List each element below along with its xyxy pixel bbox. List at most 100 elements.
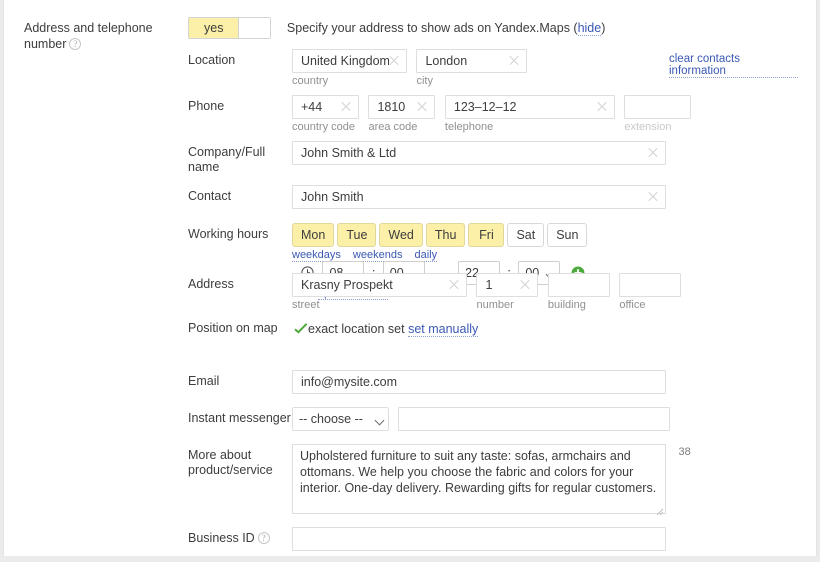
street-value: Krasny Prospekt <box>301 278 393 292</box>
resize-handle-icon[interactable] <box>655 503 664 516</box>
help-icon[interactable]: ? <box>69 38 82 50</box>
extension-input[interactable] <box>624 95 692 119</box>
number-clear-icon[interactable] <box>518 278 532 292</box>
country-code-input[interactable]: +44 <box>292 95 359 119</box>
country-input[interactable]: United Kingdom <box>292 49 407 73</box>
street-sublabel: street <box>292 299 320 311</box>
messenger-row: Instant messenger -- choose -- <box>188 407 798 444</box>
day-buttons-group: Mon Tue Wed Thu Fri Sat Sun weekdays weekends da… <box>292 223 590 262</box>
company-label: Company/Full name <box>188 145 288 175</box>
company-value: John Smith & Ltd <box>301 146 397 160</box>
city-input[interactable]: London <box>416 49 528 73</box>
building-sublabel: building <box>547 299 586 311</box>
settings-page: Address and telephone number? yes Specif… <box>0 0 820 562</box>
street-clear-icon[interactable] <box>447 278 461 292</box>
position-status-text: exact location set <box>308 322 405 336</box>
character-counter: 38 <box>678 446 691 458</box>
email-row: Email info@mysite.com <box>188 370 798 407</box>
toggle-no-option[interactable] <box>238 18 271 38</box>
day-button-sun[interactable]: Sun <box>547 223 588 247</box>
green-check-icon <box>294 323 308 335</box>
toggle-note-close: ) <box>601 21 606 35</box>
section-legend-line1: Address and telephone <box>24 21 153 35</box>
city-clear-icon[interactable] <box>507 54 521 68</box>
country-code-clear-icon[interactable] <box>339 100 353 114</box>
office-input[interactable] <box>619 273 682 297</box>
more-about-textarea[interactable]: Upholstered furniture to suit any taste:… <box>292 444 666 516</box>
messenger-type-select[interactable]: -- choose -- <box>292 407 389 431</box>
messenger-label: Instant messenger <box>188 411 291 425</box>
company-label-line1: Company/Full <box>188 145 266 159</box>
country-code-sublabel: country code <box>292 121 355 133</box>
building-input[interactable] <box>547 273 610 297</box>
section-legend-line2: number <box>24 37 67 51</box>
country-clear-icon[interactable] <box>387 54 401 68</box>
set-manually-link[interactable]: set manually <box>408 322 479 337</box>
area-code-input[interactable]: 1810 <box>368 95 436 119</box>
section-legend: Address and telephone number? <box>24 20 174 52</box>
area-code-wrap: 1810 area code <box>368 95 436 134</box>
city-field-wrap: London city <box>416 49 528 88</box>
day-button-wed[interactable]: Wed <box>379 223 423 247</box>
show-address-row: yes Specify your address to show ads on … <box>188 17 798 49</box>
company-label-line2: name <box>188 160 220 174</box>
company-row: Company/Full name John Smith & Ltd <box>188 141 798 185</box>
day-button-tue[interactable]: Tue <box>337 223 377 247</box>
number-sublabel: number <box>476 299 514 311</box>
country-code-wrap: +44 country code <box>292 95 359 134</box>
country-field-wrap: United Kingdom country <box>292 49 407 88</box>
telephone-wrap: 123–12–12 telephone <box>444 95 615 134</box>
number-input[interactable]: 1 <box>476 273 539 297</box>
country-sublabel: country <box>292 75 329 87</box>
area-code-clear-icon[interactable] <box>415 100 429 114</box>
day-button-mon[interactable]: Mon <box>292 223 335 247</box>
location-label: Location <box>188 53 236 67</box>
help-icon[interactable]: ? <box>257 532 270 544</box>
city-sublabel: city <box>416 75 433 87</box>
telephone-clear-icon[interactable] <box>595 100 609 114</box>
company-input[interactable]: John Smith & Ltd <box>292 141 666 165</box>
toggle-note: Specify your address to show ads on Yand… <box>287 21 606 36</box>
working-hours-row: Working hours Mon Tue Wed Thu Fri Sat Sun week… <box>188 223 798 300</box>
street-wrap: Krasny Prospekt street <box>292 273 467 312</box>
area-code-sublabel: area code <box>368 121 418 133</box>
country-value: United Kingdom <box>301 54 389 68</box>
street-input[interactable]: Krasny Prospekt <box>292 273 467 297</box>
phone-row: Phone +44 country code 1810 area code 12… <box>188 95 798 141</box>
email-input[interactable]: info@mysite.com <box>292 370 666 394</box>
business-id-input[interactable] <box>292 527 666 551</box>
business-id-label: Business ID? <box>188 531 288 546</box>
office-wrap: office <box>619 273 682 312</box>
messenger-type-value: -- choose -- <box>299 412 363 426</box>
more-about-label-line1: More about <box>188 448 252 462</box>
more-about-row: More about product/service Upholstered f… <box>188 444 798 527</box>
day-button-fri[interactable]: Fri <box>468 223 505 247</box>
day-button-sat[interactable]: Sat <box>507 223 545 247</box>
telephone-sublabel: telephone <box>444 121 494 133</box>
messenger-account-input[interactable] <box>398 407 671 431</box>
position-status: exact location set set manually <box>294 322 479 337</box>
working-hours-label: Working hours <box>188 227 269 241</box>
office-sublabel: office <box>619 299 646 311</box>
more-about-text: Upholstered furniture to suit any taste:… <box>300 449 657 495</box>
number-wrap: 1 number <box>476 273 539 312</box>
contact-label: Contact <box>188 189 232 203</box>
day-button-thu[interactable]: Thu <box>425 223 466 247</box>
day-buttons: Mon Tue Wed Thu Fri Sat Sun <box>292 223 590 247</box>
telephone-input[interactable]: 123–12–12 <box>444 95 615 119</box>
email-label: Email <box>188 374 220 388</box>
position-on-map-row: Position on map exact location set set m… <box>188 320 798 370</box>
business-id-label-text: Business ID <box>188 531 255 545</box>
extension-sublabel: extension <box>624 121 672 133</box>
contact-input[interactable]: John Smith <box>292 185 666 209</box>
clear-contacts-link[interactable]: clear contacts information <box>669 53 798 78</box>
address-row: Address Krasny Prospekt street 1 number <box>188 273 798 320</box>
hide-link[interactable]: hide <box>577 21 602 36</box>
contacts-form-card: Address and telephone number? yes Specif… <box>3 0 817 556</box>
location-row: Location United Kingdom country London c… <box>188 49 798 95</box>
contact-clear-icon[interactable] <box>646 190 660 204</box>
more-about-label: More about product/service <box>188 448 288 478</box>
show-address-toggle[interactable]: yes <box>188 17 272 39</box>
company-clear-icon[interactable] <box>646 146 660 160</box>
toggle-yes-option[interactable]: yes <box>189 18 239 38</box>
